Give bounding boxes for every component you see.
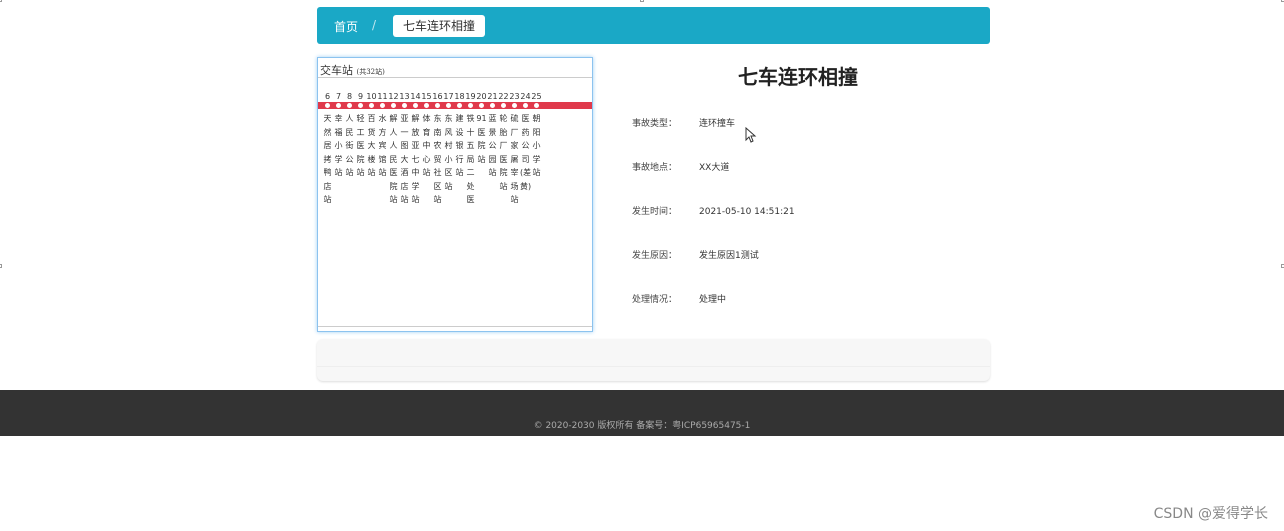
station-dot [410,103,421,108]
station-dot [322,103,333,108]
station-name[interactable]: 解人人民医院站 [388,112,399,207]
detail-label: 处理情况： [632,295,678,305]
station-dot [509,103,520,108]
detail-value: 2021-05-10 14:51:21 [699,207,795,217]
station-name[interactable]: 百货大楼站 [366,112,377,207]
detail-row-status: 处理情况： 处理中 [632,292,726,305]
station-dot [355,103,366,108]
detail-value: 发生原因1测试 [699,251,759,261]
selection-handle [0,0,2,2]
station-dot [377,103,388,108]
station-number: 25 [531,92,542,101]
detail-label: 事故地点： [632,163,678,173]
station-dot [432,103,443,108]
breadcrumb: 首页 / 七车连环相撞 [317,7,990,44]
comment-panel [317,339,990,381]
station-dot [333,103,344,108]
station-name[interactable]: 解放亚七中学站 [410,112,421,207]
selection-handle [640,0,644,2]
route-track [318,102,592,109]
footer: © 2020-2030 版权所有 备案号：粤ICP65965475-1 [0,390,1284,436]
footer-copyright: © 2020-2030 版权所有 备案号：粤ICP65965475-1 [533,421,751,431]
station-name[interactable]: 硫厂家屠宰场站 [509,112,520,207]
station-number: 18 [454,92,465,101]
route-title: 交车站 (共32站) [320,62,385,78]
station-name[interactable]: 天然居拷鸭店站 [322,112,333,207]
station-number: 17 [443,92,454,101]
station-name[interactable]: 体育中心站 [421,112,432,207]
station-number: 6 [324,92,331,101]
detail-value: 处理中 [699,295,727,305]
station-name-row: 天然居拷鸭店站 幸福小学站 人民街公站 轻工医院站 百货大楼站 水方宾馆站 解人人民医院站亚… [322,112,542,207]
detail-row-type: 事故类型： 连环撞车 [632,116,735,129]
station-name[interactable]: 蓝景公园站 [487,112,498,207]
route-name: 交车站 [320,64,353,77]
station-number: 19 [465,92,476,101]
station-dot [520,103,531,108]
station-dot [388,103,399,108]
station-dot [476,103,487,108]
station-name[interactable]: 医药公司(差黄) [520,112,531,207]
detail-row-cause: 发生原因： 发生原因1测试 [632,248,759,261]
station-dot [454,103,465,108]
station-number: 16 [432,92,443,101]
station-dot [498,103,509,108]
station-dot [399,103,410,108]
station-number: 13 [399,92,410,101]
station-number: 14 [410,92,421,101]
breadcrumb-home-link[interactable]: 首页 [334,18,358,35]
station-dot [421,103,432,108]
station-dot [443,103,454,108]
station-name[interactable]: 人民街公站 [344,112,355,207]
station-number: 7 [335,92,342,101]
station-name[interactable]: 东南农贸社区站 [432,112,443,207]
breadcrumb-separator: / [372,18,377,32]
station-name[interactable]: 幸福小学站 [333,112,344,207]
route-station-count: (共32站) [356,68,385,76]
divider [317,366,990,367]
station-number: 10 [366,92,377,101]
detail-row-time: 发生时间： 2021-05-10 14:51:21 [632,204,795,217]
station-number: 8 [346,92,353,101]
station-name[interactable]: 91医院站 [476,112,487,207]
detail-label: 发生时间： [632,207,678,217]
station-number: 9 [357,92,364,101]
accident-title: 七车连环相撞 [738,65,858,89]
station-number: 22 [498,92,509,101]
station-dot [465,103,476,108]
station-number: 20 [476,92,487,101]
detail-value: 连环撞车 [699,119,736,129]
station-name[interactable]: 铁十五局二处医 [465,112,476,207]
watermark: CSDN @爱得学长 [1153,506,1268,522]
divider [318,77,592,78]
station-number: 21 [487,92,498,101]
station-name[interactable]: 建设银行站 [454,112,465,207]
station-name[interactable]: 东风村小区站 [443,112,454,207]
station-name[interactable]: 轮胎厂医院站 [498,112,509,207]
station-dot [531,103,542,108]
station-dot [344,103,355,108]
station-number: 11 [377,92,388,101]
breadcrumb-current[interactable]: 七车连环相撞 [393,15,486,37]
station-dot [487,103,498,108]
station-number: 23 [509,92,520,101]
station-number-row: 6 7 8 9 10 11 12 13 14 15 16 17 18 19 20 21 22 23 24 25 [322,92,542,101]
selection-handle [0,264,2,268]
station-name[interactable]: 水方宾馆站 [377,112,388,207]
detail-label: 事故类型： [632,119,678,129]
mouse-cursor-icon [745,127,757,143]
station-number: 15 [421,92,432,101]
bus-route-map: 交车站 (共32站) 6 7 8 9 10 11 12 13 14 15 16 17 18 19 20 21 2… [317,57,593,332]
station-name[interactable]: 轻工医院站 [355,112,366,207]
station-dot-row [322,103,542,108]
station-name[interactable]: 亚一图大酒店站 [399,112,410,207]
detail-label: 发生原因： [632,251,678,261]
detail-row-location: 事故地点： XX大道 [632,160,729,173]
divider [318,326,592,327]
station-name[interactable]: 朝阳小学站 [531,112,542,207]
station-number: 12 [388,92,399,101]
station-number: 24 [520,92,531,101]
station-dot [366,103,377,108]
detail-value: XX大道 [699,163,730,173]
